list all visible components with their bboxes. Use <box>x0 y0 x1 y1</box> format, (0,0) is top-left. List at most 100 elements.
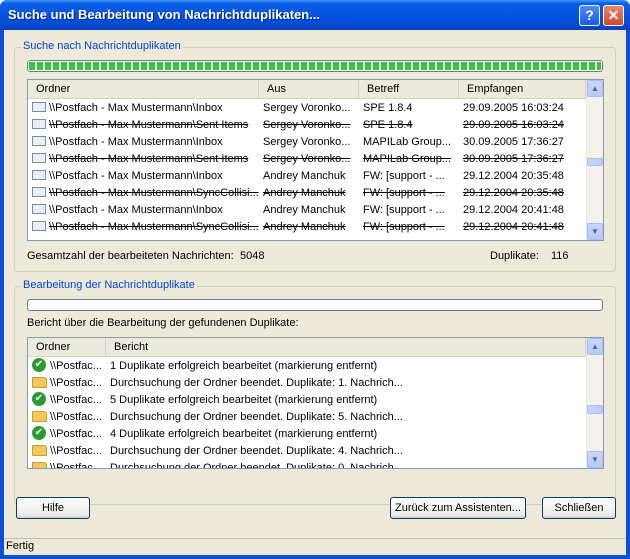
processing-group-legend: Bearbeitung der Nachrichtduplikate <box>21 279 197 291</box>
help-button[interactable]: Hilfe <box>16 497 90 519</box>
cell-text: \\Postfac... <box>50 411 102 423</box>
cell-received: 30.09.2005 17:36:27 <box>459 134 586 151</box>
dialog-client: Suche nach Nachrichtduplikaten Ordner Au… <box>4 30 626 555</box>
close-button[interactable]: Schließen <box>542 497 616 519</box>
duplicates-count-label: Duplikate: <box>490 250 539 262</box>
total-processed-value: 5048 <box>240 250 265 262</box>
cell-text: \\Postfac... <box>50 462 102 469</box>
list-item[interactable]: \\Postfac... Durchsuchung der Ordner been… <box>28 375 586 392</box>
cell-text: Sergey Voronko... <box>263 119 351 131</box>
title-bar[interactable]: Suche und Bearbeitung von Nachrichtdupli… <box>0 0 630 30</box>
table-row[interactable]: \\Postfach - Max Mustermann\Sent Items Se… <box>28 151 586 168</box>
cell-text: \\Postfac... <box>50 394 102 406</box>
cell-from: Andrey Manchuk <box>259 202 359 219</box>
cell-text: 30.09.2005 17:36:27 <box>463 153 564 165</box>
dialog-window: Suche und Bearbeitung von Nachrichtdupli… <box>0 0 630 559</box>
total-processed-label: Gesamtzahl der bearbeiteten Nachrichten: <box>27 250 234 262</box>
scroll-thumb[interactable] <box>587 405 603 414</box>
check-icon: ✔ <box>32 426 46 441</box>
cell-text: \\Postfach - Max Mustermann\SyncCollisi.… <box>49 187 259 199</box>
cell-received: 29.12.2004 20:41:48 <box>459 219 586 236</box>
column-header-betreff[interactable]: Betreff <box>359 80 459 99</box>
table-row[interactable]: \\Postfach - Max Mustermann\SyncCollisi.… <box>28 185 586 202</box>
cell-from: Sergey Voronko... <box>259 151 359 168</box>
cell-text: 29.12.2004 20:41:48 <box>463 221 564 233</box>
list-item[interactable]: ✔ \\Postfac... 1 Duplikate erfolgreich bea… <box>28 358 586 375</box>
list-item[interactable]: \\Postfac... Durchsuchung der Ordner been… <box>28 460 586 469</box>
cell-text: Andrey Manchuk <box>263 187 346 199</box>
close-titlebar-button[interactable]: ✕ <box>603 5 624 26</box>
cell-folder: \\Postfach - Max Mustermann\Inbox <box>28 100 259 117</box>
cell-report: 1 Duplikate erfolgreich bearbeitet (mark… <box>106 358 586 375</box>
cell-text: Durchsuchung der Ordner beendet. Duplika… <box>110 462 403 469</box>
cell-text: FW: [support - ... <box>363 204 445 216</box>
envelope-icon <box>32 204 46 215</box>
scroll-up-icon[interactable]: ▲ <box>587 338 603 355</box>
cell-subject: FW: [support - ... <box>359 219 459 236</box>
list-item[interactable]: ✔ \\Postfac... 5 Duplikate erfolgreich bea… <box>28 392 586 409</box>
list-item[interactable]: \\Postfac... Durchsuchung der Ordner been… <box>28 443 586 460</box>
scroll-down-icon[interactable]: ▼ <box>587 451 603 468</box>
table-row[interactable]: \\Postfach - Max Mustermann\Inbox Andrey … <box>28 202 586 219</box>
envelope-icon <box>32 153 46 164</box>
cell-folder: \\Postfach - Max Mustermann\SyncCollisi.… <box>28 185 259 202</box>
duplicates-list-header: Ordner Aus Betreff Empfangen <box>28 80 586 99</box>
column-header-ordner[interactable]: Ordner <box>28 80 259 99</box>
duplicates-scrollbar[interactable]: ▲ ▼ <box>586 80 603 240</box>
column-header-bericht[interactable]: Bericht <box>106 338 586 357</box>
cell-folder: \\Postfach - Max Mustermann\Inbox <box>28 202 259 219</box>
column-header-aus[interactable]: Aus <box>259 80 359 99</box>
folder-icon <box>32 410 47 422</box>
cell-subject: SPE 1.8.4 <box>359 100 459 117</box>
cell-folder: \\Postfach - Max Mustermann\Inbox <box>28 168 259 185</box>
check-icon: ✔ <box>32 392 46 407</box>
cell-received: 30.09.2005 17:36:27 <box>459 151 586 168</box>
window-title: Suche und Bearbeitung von Nachrichtdupli… <box>8 7 321 22</box>
table-row[interactable]: \\Postfach - Max Mustermann\Inbox Sergey … <box>28 134 586 151</box>
table-row[interactable]: \\Postfach - Max Mustermann\SyncCollisi.… <box>28 219 586 236</box>
column-header-report-ordner[interactable]: Ordner <box>28 338 106 357</box>
table-row[interactable]: \\Postfach - Max Mustermann\Sent Items Se… <box>28 117 586 134</box>
cell-folder: \\Postfac... <box>28 375 106 392</box>
cell-from: Andrey Manchuk <box>259 168 359 185</box>
cell-subject: FW: [support - ... <box>359 185 459 202</box>
back-to-wizard-button[interactable]: Zurück zum Assistenten... <box>390 497 526 519</box>
cell-received: 29.12.2004 20:35:48 <box>459 168 586 185</box>
duplicates-count-value: 116 <box>551 250 569 262</box>
cell-received: 29.09.2005 16:03:24 <box>459 117 586 134</box>
cell-subject: FW: [support - ... <box>359 202 459 219</box>
cell-text: \\Postfac... <box>50 377 102 389</box>
envelope-icon <box>32 102 46 113</box>
cell-text: \\Postfach - Max Mustermann\Inbox <box>49 136 223 148</box>
scroll-up-icon[interactable]: ▲ <box>587 80 603 97</box>
search-progress-bar <box>27 60 603 72</box>
report-list[interactable]: Ordner Bericht ✔ \\Postfac... 1 Duplikate … <box>27 337 604 469</box>
report-scrollbar[interactable]: ▲ ▼ <box>586 338 603 468</box>
envelope-icon <box>32 221 46 232</box>
duplicates-list[interactable]: Ordner Aus Betreff Empfangen \\Postfach … <box>27 79 604 241</box>
column-header-empfangen[interactable]: Empfangen <box>459 80 586 99</box>
cell-text: SPE 1.8.4 <box>363 102 413 114</box>
report-list-header: Ordner Bericht <box>28 338 586 357</box>
envelope-icon <box>32 187 46 198</box>
scroll-thumb[interactable] <box>587 158 603 166</box>
table-row[interactable]: \\Postfach - Max Mustermann\Inbox Andrey … <box>28 168 586 185</box>
list-item[interactable]: \\Postfac... Durchsuchung der Ordner been… <box>28 409 586 426</box>
cell-received: 29.09.2005 16:03:24 <box>459 100 586 117</box>
table-row[interactable]: \\Postfach - Max Mustermann\Inbox Sergey … <box>28 100 586 117</box>
cell-text: 29.12.2004 20:41:48 <box>463 204 564 216</box>
cell-report: Durchsuchung der Ordner beendet. Duplika… <box>106 409 586 426</box>
cell-subject: FW: [support - ... <box>359 168 459 185</box>
scroll-down-icon[interactable]: ▼ <box>587 223 603 240</box>
cell-text: Andrey Manchuk <box>263 170 346 182</box>
help-titlebar-button[interactable]: ? <box>579 5 600 26</box>
cell-text: 29.09.2005 16:03:24 <box>463 102 564 114</box>
cell-report: 5 Duplikate erfolgreich bearbeitet (mark… <box>106 392 586 409</box>
cell-received: 29.12.2004 20:35:48 <box>459 185 586 202</box>
processing-progress-bar <box>27 299 603 311</box>
report-label: Bericht über die Bearbeitung der gefunde… <box>27 317 299 329</box>
list-item[interactable]: ✔ \\Postfac... 4 Duplikate erfolgreich bea… <box>28 426 586 443</box>
cell-text: \\Postfach - Max Mustermann\Inbox <box>49 170 223 182</box>
folder-icon <box>32 376 47 388</box>
cell-text: \\Postfac... <box>50 445 102 457</box>
